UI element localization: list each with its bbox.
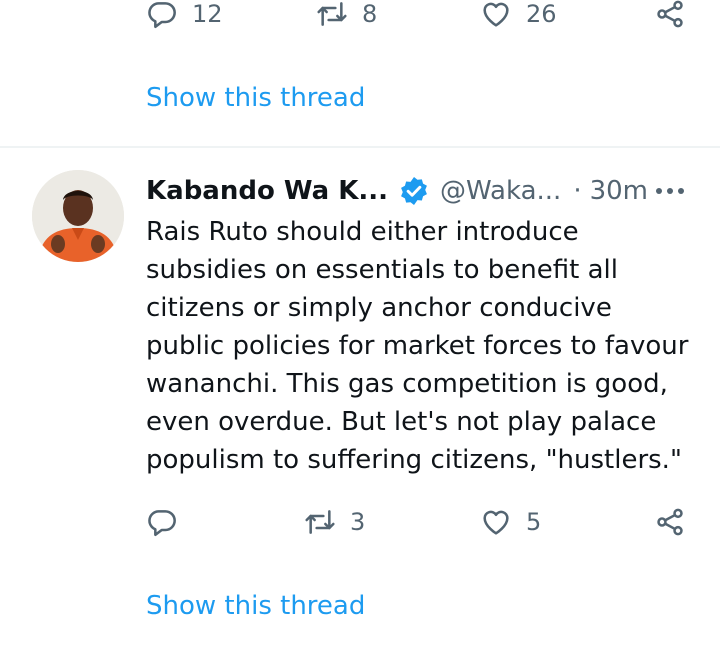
share-icon xyxy=(657,508,683,536)
author-avatar[interactable] xyxy=(32,170,124,262)
more-options-button[interactable] xyxy=(650,176,690,206)
like-icon xyxy=(483,510,509,535)
like-button[interactable]: 26 xyxy=(480,0,557,34)
avatar-image xyxy=(32,170,124,262)
retweet-count: 8 xyxy=(362,0,378,28)
reply-button[interactable]: 12 xyxy=(146,0,223,34)
more-options-icon xyxy=(656,188,684,194)
share-button[interactable] xyxy=(654,0,686,34)
show-thread-link[interactable]: Show this thread xyxy=(146,591,365,621)
verified-badge-icon xyxy=(401,177,427,205)
retweet-count: 3 xyxy=(350,508,366,536)
tweet-divider xyxy=(0,146,720,148)
tweet-text: Rais Ruto should either introduce subsid… xyxy=(146,217,689,475)
retweet-icon xyxy=(305,510,335,534)
retweet-button[interactable]: 3 xyxy=(304,502,365,542)
show-thread-link[interactable]: Show this thread xyxy=(146,83,365,113)
like-count: 5 xyxy=(526,508,542,536)
retweet-icon xyxy=(317,2,347,26)
share-icon xyxy=(657,0,683,28)
retweet-button[interactable]: 8 xyxy=(316,0,377,34)
author-handle[interactable]: @Waka... xyxy=(440,176,561,206)
like-button[interactable]: 5 xyxy=(480,502,541,542)
author-name[interactable]: Kabando Wa K... xyxy=(146,176,388,206)
reply-count: 12 xyxy=(192,0,223,28)
prev-tweet-action-bar: 12 8 26 xyxy=(146,0,720,34)
reply-icon xyxy=(148,510,176,537)
tweet-header: Kabando Wa K... @Waka... · 30m xyxy=(146,171,648,211)
header-separator: · xyxy=(573,176,582,206)
tweet-timestamp[interactable]: 30m xyxy=(590,176,648,206)
reply-button[interactable] xyxy=(146,502,178,542)
like-icon xyxy=(483,2,509,27)
tweet-action-bar: 3 5 xyxy=(146,502,720,542)
share-button[interactable] xyxy=(654,502,686,542)
like-count: 26 xyxy=(526,0,557,28)
reply-icon xyxy=(148,2,176,29)
